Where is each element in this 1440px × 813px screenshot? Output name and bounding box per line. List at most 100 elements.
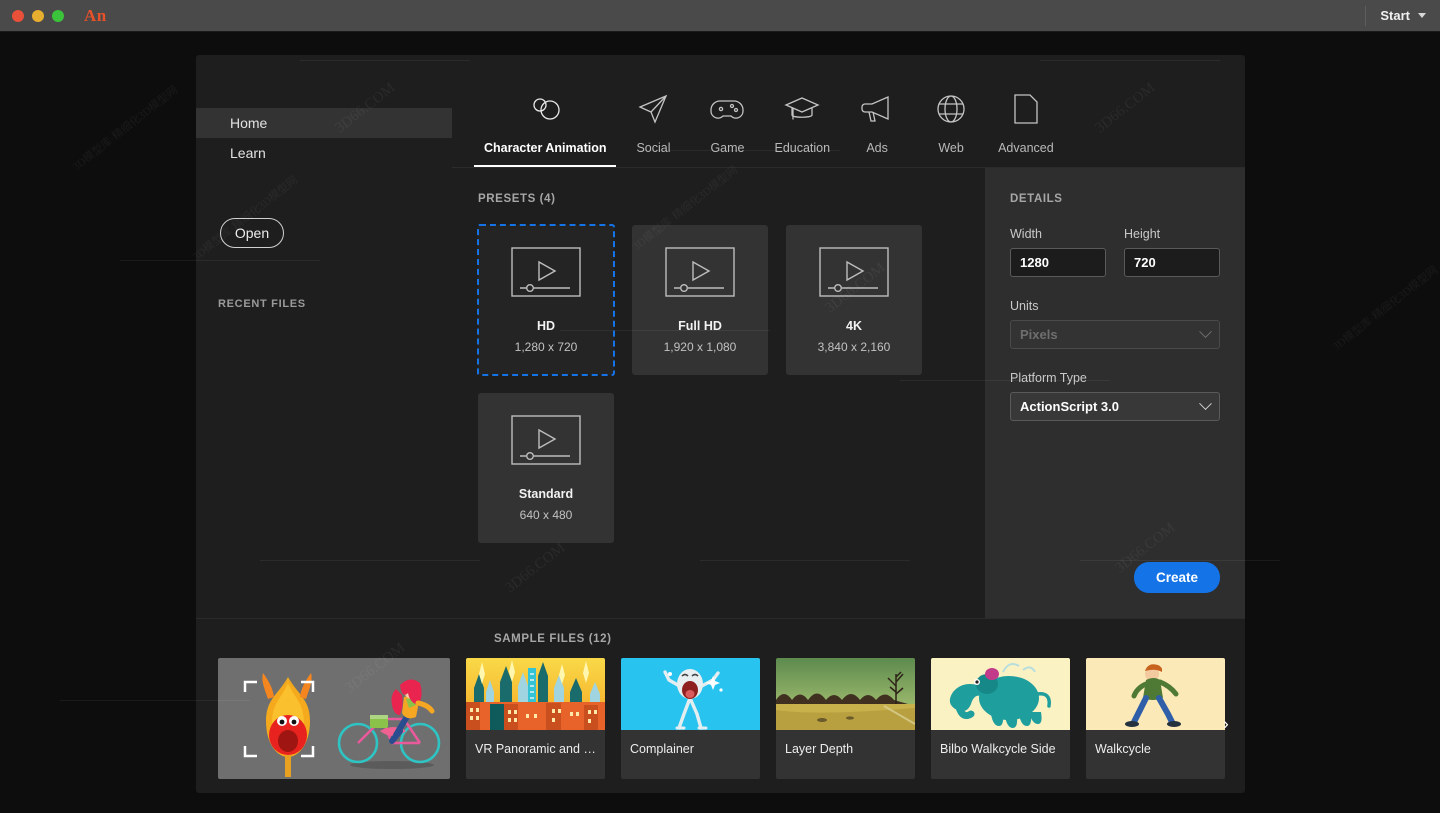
tab-label: Ads bbox=[866, 141, 888, 167]
tab-character-animation[interactable]: Character Animation bbox=[474, 55, 616, 167]
preset-name: 4K bbox=[846, 319, 862, 333]
window-titlebar: An Start bbox=[0, 0, 1440, 32]
chevron-right-icon[interactable]: › bbox=[1215, 711, 1237, 737]
sidebar: Home Learn Open RECENT FILES bbox=[196, 55, 452, 618]
city-skyline-thumb bbox=[466, 658, 605, 730]
elephant-walk-thumb bbox=[931, 658, 1070, 730]
sample-card-bilbo-walkcycle-side[interactable]: Bilbo Walkcycle Side bbox=[931, 658, 1070, 779]
width-input[interactable] bbox=[1010, 248, 1106, 277]
sidebar-item-home[interactable]: Home bbox=[196, 108, 452, 138]
units-label: Units bbox=[1010, 299, 1220, 313]
units-row: Units Pixels bbox=[1010, 299, 1220, 349]
presets-heading: PRESETS (4) bbox=[478, 193, 985, 205]
sample-files-section: SAMPLE FILES (12) bbox=[196, 618, 1245, 793]
tab-label: Social bbox=[636, 141, 670, 167]
platform-field-group: Platform Type ActionScript 3.0 bbox=[1010, 371, 1220, 421]
watermark-text: 3D模型库·精细化3D模型网 bbox=[69, 82, 181, 174]
category-tabs: Character Animation Social Game bbox=[452, 55, 1245, 168]
sample-card-walkcycle[interactable]: Walkcycle bbox=[1086, 658, 1225, 779]
preset-card-4k[interactable]: 4K 3,840 x 2,160 bbox=[786, 225, 922, 375]
titlebar-divider bbox=[1365, 6, 1366, 26]
height-field-group: Height bbox=[1124, 227, 1220, 277]
tab-label: Web bbox=[938, 141, 963, 167]
sample-card-complainer[interactable]: Complainer bbox=[621, 658, 760, 779]
chevron-down-icon bbox=[1418, 13, 1426, 18]
gamepad-icon bbox=[709, 89, 745, 129]
sample-label: Layer Depth bbox=[776, 730, 915, 779]
walking-man-thumb bbox=[1086, 658, 1225, 730]
new-document-dialog: Home Learn Open RECENT FILES Character A… bbox=[196, 55, 1245, 793]
size-fields-row: Width Height bbox=[1010, 227, 1220, 277]
tab-label: Advanced bbox=[998, 141, 1054, 167]
platform-type-dropdown[interactable]: ActionScript 3.0 bbox=[1010, 392, 1220, 421]
maximize-window-button[interactable] bbox=[52, 10, 64, 22]
sample-card-vr-panoramic[interactable]: VR Panoramic and 360 ... bbox=[466, 658, 605, 779]
minimize-window-button[interactable] bbox=[32, 10, 44, 22]
preset-card-standard[interactable]: Standard 640 x 480 bbox=[478, 393, 614, 543]
preset-name: Standard bbox=[519, 487, 573, 501]
chevron-down-icon bbox=[1199, 397, 1212, 410]
landscape-depth-thumb bbox=[776, 658, 915, 730]
tab-education[interactable]: Education bbox=[764, 55, 840, 167]
tab-game[interactable]: Game bbox=[690, 55, 764, 167]
video-player-icon bbox=[510, 414, 582, 471]
tab-label: Education bbox=[774, 141, 830, 167]
crying-character-thumb bbox=[621, 658, 760, 730]
preset-dimensions: 640 x 480 bbox=[520, 508, 573, 522]
titlebar-right: Start bbox=[1365, 6, 1440, 26]
preset-dimensions: 1,920 x 1,080 bbox=[664, 340, 737, 354]
dialog-content: Character Animation Social Game bbox=[452, 55, 1245, 618]
megaphone-icon bbox=[860, 89, 894, 129]
units-value: Pixels bbox=[1020, 327, 1058, 342]
character-animation-icon bbox=[526, 89, 564, 129]
sidebar-item-learn[interactable]: Learn bbox=[196, 138, 452, 168]
sidebar-item-label: Learn bbox=[230, 145, 266, 161]
details-heading: DETAILS bbox=[1010, 193, 1220, 205]
sample-hero-banner[interactable] bbox=[218, 658, 450, 779]
units-dropdown: Pixels bbox=[1010, 320, 1220, 349]
create-button[interactable]: Create bbox=[1134, 562, 1220, 593]
platform-type-value: ActionScript 3.0 bbox=[1020, 399, 1119, 414]
start-workspace-menu[interactable]: Start bbox=[1380, 8, 1426, 23]
tab-social[interactable]: Social bbox=[616, 55, 690, 167]
sample-label: Complainer bbox=[621, 730, 760, 779]
tab-web[interactable]: Web bbox=[914, 55, 988, 167]
sample-card-layer-depth[interactable]: Layer Depth bbox=[776, 658, 915, 779]
create-button-row: Create bbox=[1010, 562, 1220, 618]
chevron-down-icon bbox=[1199, 325, 1212, 338]
cyclist-art bbox=[334, 679, 444, 771]
tab-advanced[interactable]: Advanced bbox=[988, 55, 1064, 167]
preset-dimensions: 1,280 x 720 bbox=[515, 340, 578, 354]
open-button[interactable]: Open bbox=[220, 218, 284, 248]
preset-dimensions: 3,840 x 2,160 bbox=[818, 340, 891, 354]
height-input[interactable] bbox=[1124, 248, 1220, 277]
video-player-icon bbox=[510, 246, 582, 303]
tab-label: Game bbox=[710, 141, 744, 167]
preset-card-full-hd[interactable]: Full HD 1,920 x 1,080 bbox=[632, 225, 768, 375]
watermark-text: 3D模型库·精细化3D模型网 bbox=[1329, 262, 1440, 354]
preset-name: HD bbox=[537, 319, 555, 333]
graduation-cap-icon bbox=[784, 89, 820, 129]
sample-label: VR Panoramic and 360 ... bbox=[466, 730, 605, 779]
sample-files-row: VR Panoramic and 360 ... bbox=[196, 658, 1245, 779]
recent-files-heading: RECENT FILES bbox=[218, 298, 452, 310]
preset-card-hd[interactable]: HD 1,280 x 720 bbox=[478, 225, 614, 375]
presets-grid: HD 1,280 x 720 Full HD 1,920 x 1,080 bbox=[478, 225, 922, 543]
paper-plane-icon bbox=[636, 89, 670, 129]
tab-ads[interactable]: Ads bbox=[840, 55, 914, 167]
presets-section: PRESETS (4) HD 1,280 x 720 bbox=[452, 168, 985, 618]
sample-files-heading: SAMPLE FILES (12) bbox=[196, 633, 1245, 645]
height-label: Height bbox=[1124, 227, 1220, 241]
close-window-button[interactable] bbox=[12, 10, 24, 22]
video-player-icon bbox=[818, 246, 890, 303]
sample-label: Walkcycle bbox=[1086, 730, 1225, 779]
document-icon bbox=[1013, 89, 1039, 129]
app-logo-an: An bbox=[84, 6, 107, 26]
video-player-icon bbox=[664, 246, 736, 303]
globe-icon bbox=[935, 89, 967, 129]
units-field-group: Units Pixels bbox=[1010, 299, 1220, 349]
width-field-group: Width bbox=[1010, 227, 1106, 277]
details-panel: DETAILS Width Height Units bbox=[985, 168, 1245, 618]
platform-row: Platform Type ActionScript 3.0 bbox=[1010, 371, 1220, 421]
platform-type-label: Platform Type bbox=[1010, 371, 1220, 385]
